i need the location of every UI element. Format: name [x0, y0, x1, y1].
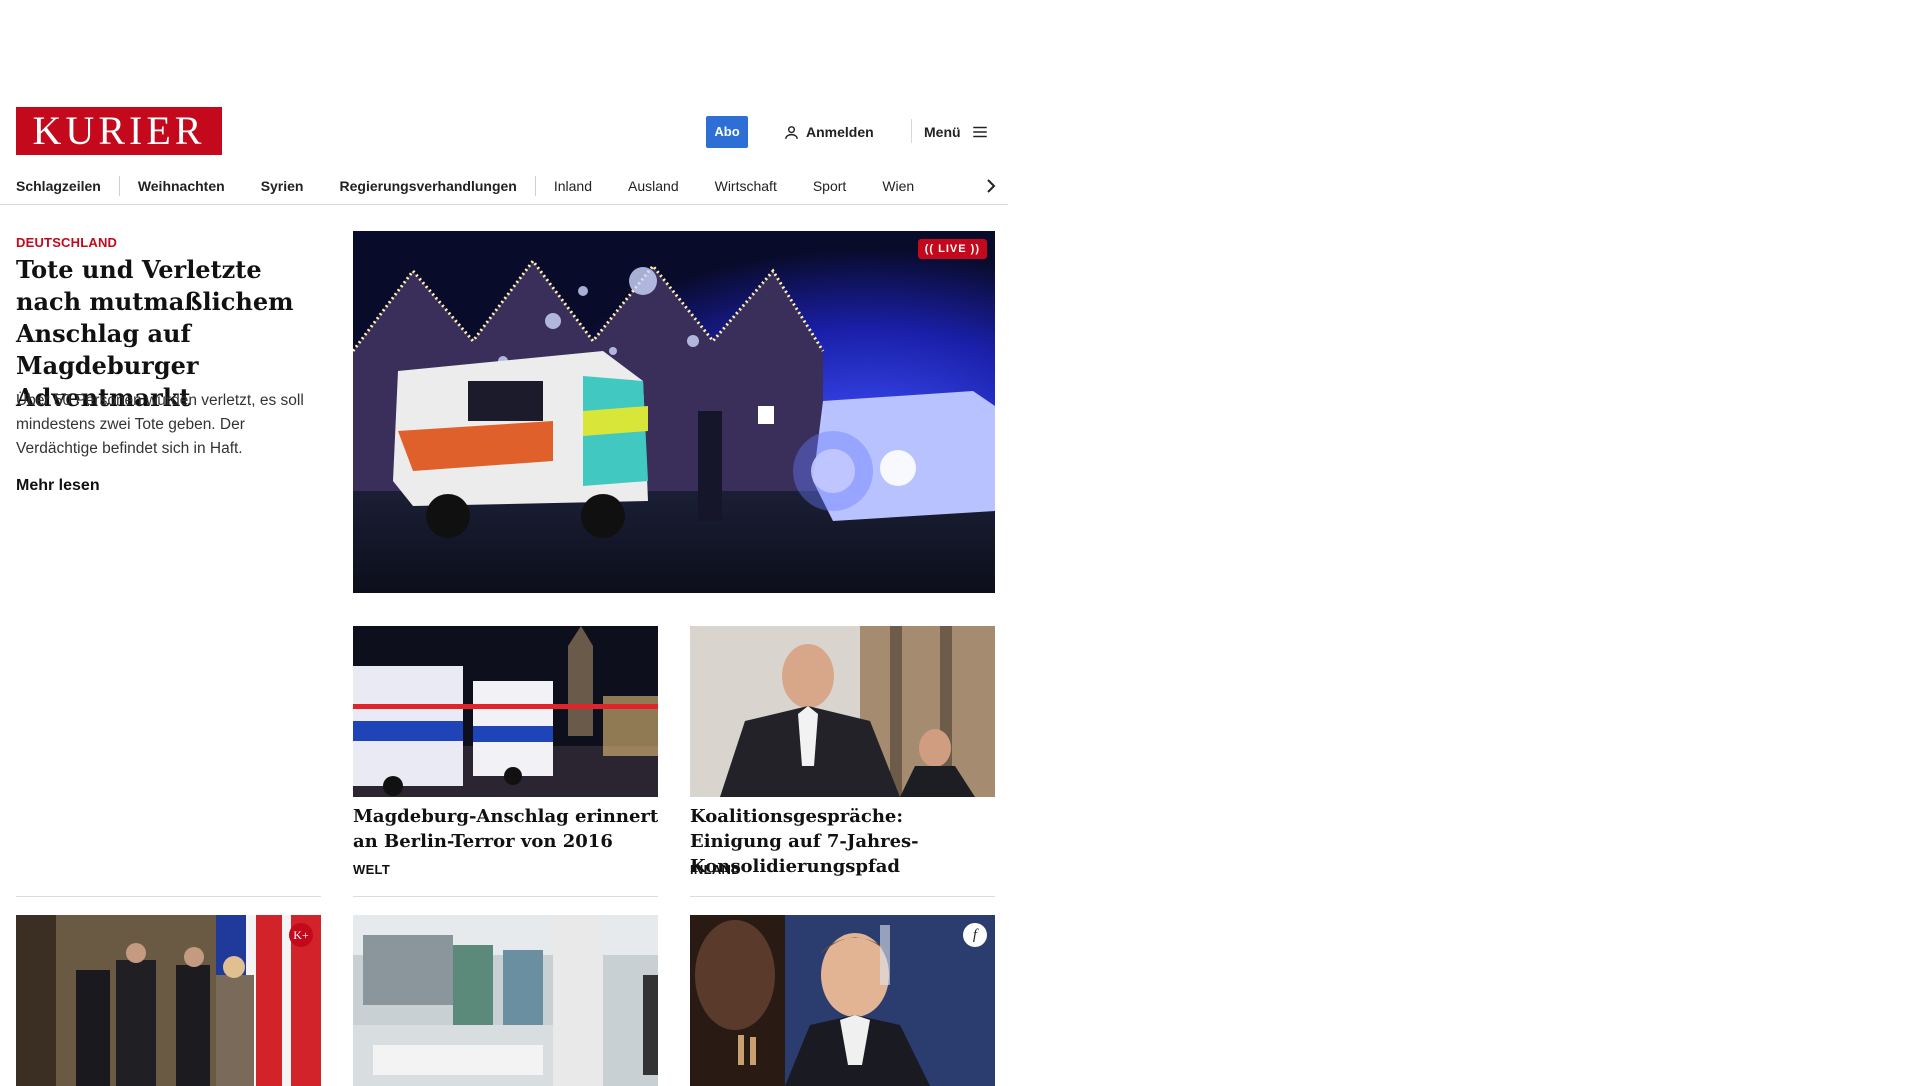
chevron-right-icon: [987, 179, 996, 193]
row-divider: [353, 896, 658, 897]
nav-item-ausland[interactable]: Ausland: [628, 178, 679, 194]
section-nav: Schlagzeilen Weihnachten Syrien Regierun…: [16, 168, 1006, 204]
live-badge: (( LIVE )): [917, 239, 987, 259]
menu-label: Menü: [924, 124, 961, 140]
lead-kicker[interactable]: DEUTSCHLAND: [16, 235, 117, 250]
nav-item-inland[interactable]: Inland: [554, 178, 592, 194]
login-button[interactable]: Anmelden: [783, 120, 874, 144]
lead-image[interactable]: (( LIVE )): [353, 231, 995, 593]
user-icon: [785, 125, 798, 139]
row-divider: [16, 896, 321, 897]
nav-bottom-border: [0, 204, 1008, 205]
live-label: LIVE: [938, 243, 967, 255]
row-divider: [690, 896, 995, 897]
login-label: Anmelden: [806, 124, 874, 140]
lead-teaser: Über 50 Personen wurden verletzt, es sol…: [16, 392, 304, 457]
menu-button[interactable]: Menü: [924, 120, 989, 144]
card-headline-berlin[interactable]: Magdeburg-Anschlag erinnert an Berlin-Te…: [353, 804, 659, 854]
card-category-inland[interactable]: INLAND: [690, 862, 741, 877]
card-image-hospital[interactable]: [353, 915, 658, 1086]
kurier-logo[interactable]: KURIER: [16, 107, 222, 155]
nav-item-regierungsverhandlungen[interactable]: Regierungsverhandlungen: [340, 178, 517, 194]
politics-photo: [16, 915, 321, 1086]
nav-item-syrien[interactable]: Syrien: [261, 178, 304, 194]
nav-item-schlagzeilen[interactable]: Schlagzeilen: [16, 178, 101, 194]
live-signal-icon: ((: [924, 243, 935, 255]
kplus-badge: K+: [289, 923, 313, 947]
film-photo: [690, 915, 995, 1086]
live-signal-icon: )): [970, 243, 980, 255]
hamburger-icon: [972, 126, 987, 138]
header-divider: [911, 119, 912, 143]
card-category-welt[interactable]: WELT: [353, 862, 390, 877]
nav-item-weihnachten[interactable]: Weihnachten: [138, 178, 225, 194]
berlin-photo: [353, 626, 658, 797]
read-more-link[interactable]: Mehr lesen: [16, 477, 100, 495]
lead-photo: [353, 231, 995, 593]
nav-item-wirtschaft[interactable]: Wirtschaft: [715, 178, 777, 194]
hospital-photo: [353, 915, 658, 1086]
card-image-berlin[interactable]: [353, 626, 658, 797]
nav-item-wien[interactable]: Wien: [882, 178, 914, 194]
abo-button[interactable]: Abo: [706, 116, 748, 148]
nav-item-sport[interactable]: Sport: [813, 178, 846, 194]
card-image-film[interactable]: f: [690, 915, 995, 1086]
profil-badge: f: [963, 923, 987, 947]
nav-next-button[interactable]: [976, 168, 1006, 204]
nav-divider: [534, 176, 536, 196]
card-image-politics[interactable]: K+: [16, 915, 321, 1086]
card-image-koalition[interactable]: [690, 626, 995, 797]
nav-divider: [118, 176, 120, 196]
koalition-photo: [690, 626, 995, 797]
